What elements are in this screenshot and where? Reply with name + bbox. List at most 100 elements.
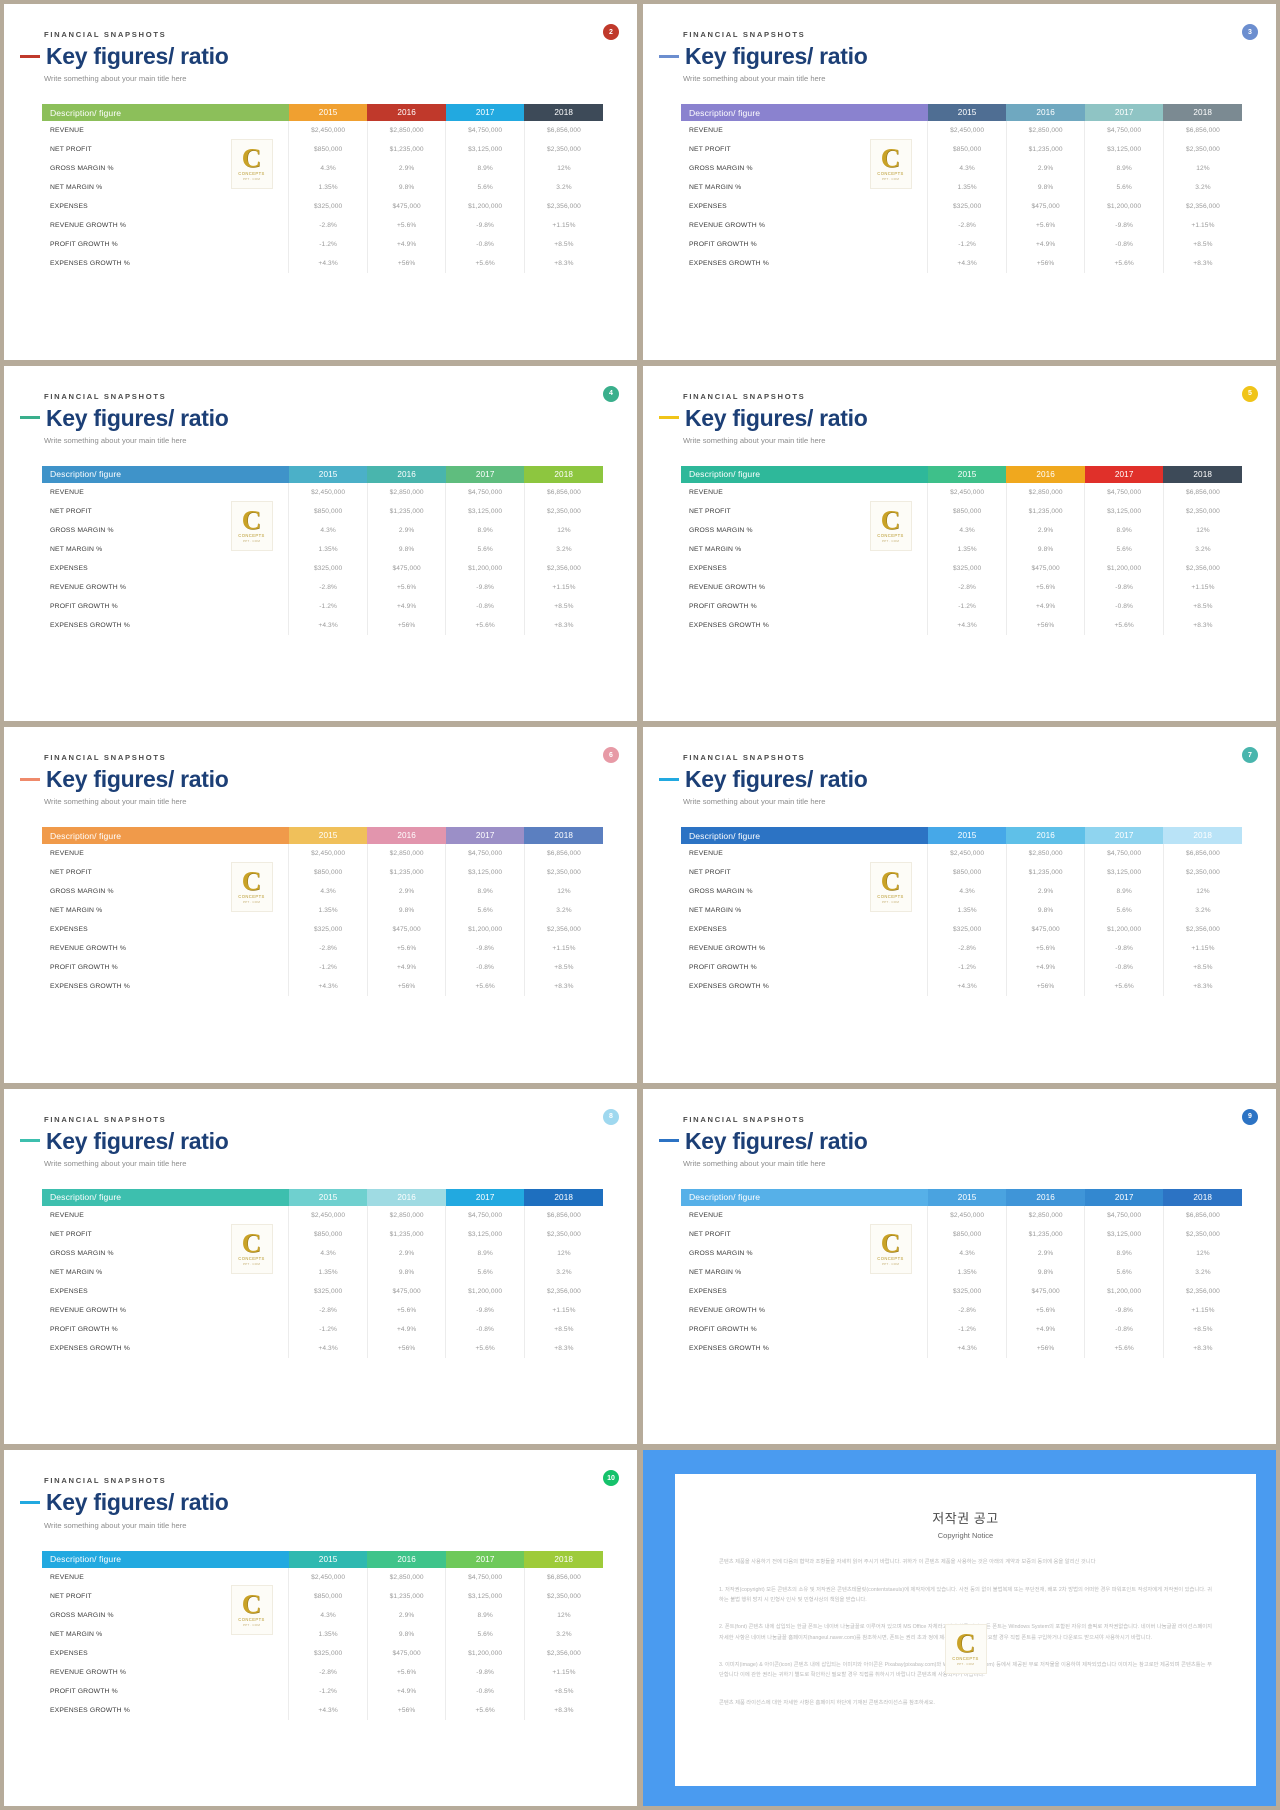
table-row: REVENUE $2,450,000 $2,850,000 $4,750,000 $6,… bbox=[42, 1205, 603, 1225]
table-cell: $475,000 bbox=[1006, 558, 1086, 578]
table-column-header: 2018 bbox=[524, 827, 603, 845]
table-cell: $6,856,000 bbox=[546, 488, 581, 496]
table-cell: +5.6% bbox=[1006, 216, 1086, 236]
table-cell: $3,125,000 bbox=[445, 1224, 525, 1244]
table-column-header: 2016 bbox=[1006, 827, 1085, 845]
slide-thumbnail[interactable]: 8 FINANCIAL SNAPSHOTS Key figures/ ratio Wr… bbox=[4, 1088, 637, 1445]
slide-thumbnail[interactable]: 7 FINANCIAL SNAPSHOTS Key figures/ ratio Wr… bbox=[643, 727, 1276, 1083]
table-cell: 4.3% bbox=[927, 159, 1007, 179]
table-cell: +5.6% bbox=[445, 1338, 525, 1358]
table-cell: $2,450,000 bbox=[927, 482, 1007, 502]
table-cell: 4.3% bbox=[288, 882, 368, 902]
table-cell: 8.9% bbox=[445, 520, 525, 540]
slide-thumbnail[interactable]: 3 FINANCIAL SNAPSHOTS Key figures/ ratio Wr… bbox=[643, 4, 1276, 360]
table-row-label: GROSS MARGIN % bbox=[42, 882, 290, 902]
title-accent-dash bbox=[659, 1139, 679, 1143]
slide-thumbnail[interactable]: 10 FINANCIAL SNAPSHOTS Key figures/ ratio W… bbox=[4, 1450, 637, 1806]
table-cell: +8.3% bbox=[554, 1706, 574, 1714]
table-row-label: REVENUE bbox=[42, 121, 290, 141]
table-cell: $325,000 bbox=[288, 1643, 368, 1663]
table-row: EXPENSES GROWTH % +4.3% +56% +5.6% +8.3% bbox=[681, 254, 1242, 274]
table-row-label: EXPENSES bbox=[42, 558, 290, 578]
table-row-label: PROFIT GROWTH % bbox=[42, 1319, 290, 1339]
table-column-header: 2016 bbox=[1006, 465, 1085, 483]
table-cell: $2,450,000 bbox=[927, 844, 1007, 864]
table-row-label: REVENUE bbox=[681, 121, 929, 141]
table-cell: 1.35% bbox=[927, 901, 1007, 921]
table-cell: $850,000 bbox=[927, 501, 1007, 521]
table-cell: +56% bbox=[367, 977, 447, 997]
table-cell: $2,850,000 bbox=[367, 121, 447, 141]
table-cell: -1.2% bbox=[927, 235, 1007, 255]
financial-table: Description/ figure 2015 2016 2017 2018 REVEN… bbox=[42, 1550, 603, 1720]
table-column-header: 2015 bbox=[927, 827, 1007, 845]
table-column-header: 2017 bbox=[1084, 465, 1164, 483]
table-cell: 5.6% bbox=[1084, 901, 1164, 921]
table-cell: -1.2% bbox=[288, 1319, 368, 1339]
slide-thumbnail[interactable]: 9 FINANCIAL SNAPSHOTS Key figures/ ratio Wr… bbox=[643, 1088, 1276, 1445]
table-cell: $1,200,000 bbox=[445, 1643, 525, 1663]
table-row: REVENUE GROWTH % -2.8% +5.6% -9.8% +1.15% bbox=[681, 216, 1242, 236]
table-cell: +8.5% bbox=[554, 602, 574, 610]
table-cell: 4.3% bbox=[288, 520, 368, 540]
slide-thumbnail[interactable]: 6 FINANCIAL SNAPSHOTS Key figures/ ratio Wr… bbox=[4, 727, 637, 1083]
table-row-label: EXPENSES GROWTH % bbox=[42, 1338, 290, 1358]
table-cell: 9.8% bbox=[367, 539, 447, 559]
table-cell: $2,850,000 bbox=[367, 1567, 447, 1587]
table-row: NET MARGIN % 1.35% 9.8% 5.6% 3.2% bbox=[42, 1262, 603, 1282]
table-cell: +4.3% bbox=[927, 977, 1007, 997]
table-column-header: 2018 bbox=[1163, 1188, 1242, 1206]
table-cell: +4.9% bbox=[1006, 235, 1086, 255]
table-cell: 8.9% bbox=[1084, 1243, 1164, 1263]
table-row: EXPENSES $325,000 $475,000 $1,200,000 $2,356… bbox=[42, 197, 603, 217]
table-column-header: 2016 bbox=[1006, 104, 1085, 122]
table-row: PROFIT GROWTH % -1.2% +4.9% -0.8% +8.5% bbox=[42, 1319, 603, 1339]
table-row: EXPENSES $325,000 $475,000 $1,200,000 $2,356… bbox=[42, 1643, 603, 1663]
table-cell: 9.8% bbox=[1006, 1262, 1086, 1282]
table-cell: 4.3% bbox=[927, 520, 1007, 540]
slide-eyebrow: FINANCIAL SNAPSHOTS bbox=[683, 391, 806, 401]
table-column-header: 2015 bbox=[288, 104, 368, 122]
table-cell: +56% bbox=[1006, 1338, 1086, 1358]
table-cell: 1.35% bbox=[288, 1624, 368, 1644]
table-column-header: 2018 bbox=[524, 1550, 603, 1568]
slide-thumbnail[interactable]: 2 FINANCIAL SNAPSHOTS Key figures/ ratio Wr… bbox=[4, 4, 637, 360]
copyright-subtitle: Copyright Notice bbox=[937, 1531, 994, 1541]
slide-thumbnail[interactable]: 5 FINANCIAL SNAPSHOTS Key figures/ ratio Wr… bbox=[643, 365, 1276, 722]
table-row-label: NET MARGIN % bbox=[42, 178, 290, 198]
table-header-row: Description/ figure 2015 2016 2017 2018 bbox=[42, 104, 603, 122]
table-cell: +5.6% bbox=[1084, 615, 1164, 635]
table-cell: +4.9% bbox=[367, 1681, 447, 1701]
table-cell: 9.8% bbox=[1006, 901, 1086, 921]
slide-eyebrow: FINANCIAL SNAPSHOTS bbox=[44, 753, 167, 763]
table-cell: $1,235,000 bbox=[1006, 140, 1086, 160]
financial-table: Description/ figure 2015 2016 2017 2018 REVEN… bbox=[42, 104, 603, 274]
title-accent-dash bbox=[659, 777, 679, 781]
table-cell: $3,125,000 bbox=[445, 501, 525, 521]
table-column-header: 2016 bbox=[367, 827, 446, 845]
slide-thumbnail-grid: 2 FINANCIAL SNAPSHOTS Key figures/ ratio Wr… bbox=[0, 0, 1280, 1810]
table-row-label: EXPENSES GROWTH % bbox=[681, 1338, 929, 1358]
table-row-label: EXPENSES GROWTH % bbox=[42, 977, 290, 997]
table-cell: +5.6% bbox=[1006, 939, 1086, 959]
copyright-paragraph: 1. 저작권(copyright) 모든 콘텐츠의 소유 및 저작권은 콘텐츠테… bbox=[719, 1586, 1212, 1604]
table-cell: +4.9% bbox=[367, 958, 447, 978]
table-cell: +1.15% bbox=[1191, 222, 1215, 230]
table-cell: +56% bbox=[367, 1700, 447, 1720]
table-column-header: 2015 bbox=[288, 465, 368, 483]
table-cell: $475,000 bbox=[367, 1643, 447, 1663]
slide-thumbnail[interactable]: 4 FINANCIAL SNAPSHOTS Key figures/ ratio Wr… bbox=[4, 365, 637, 722]
table-cell: 12% bbox=[557, 888, 571, 896]
table-cell: +1.15% bbox=[552, 945, 576, 953]
copyright-panel: 저작권 공고 Copyright Notice 콘텐츠 제품을 사용하기 전에 다음… bbox=[675, 1474, 1256, 1786]
copyright-notice-slide[interactable]: 저작권 공고 Copyright Notice 콘텐츠 제품을 사용하기 전에 다음… bbox=[643, 1450, 1276, 1806]
table-row: GROSS MARGIN % 4.3% 2.9% 8.9% 12% bbox=[681, 159, 1242, 179]
table-cell: $1,235,000 bbox=[367, 140, 447, 160]
table-cell: -9.8% bbox=[445, 1300, 525, 1320]
slide-eyebrow: FINANCIAL SNAPSHOTS bbox=[44, 391, 167, 401]
table-cell: 5.6% bbox=[1084, 178, 1164, 198]
table-cell: $850,000 bbox=[927, 863, 1007, 883]
table-cell: $1,200,000 bbox=[445, 1281, 525, 1301]
table-cell: 2.9% bbox=[1006, 1243, 1086, 1263]
table-row-label: NET PROFIT bbox=[681, 863, 929, 883]
